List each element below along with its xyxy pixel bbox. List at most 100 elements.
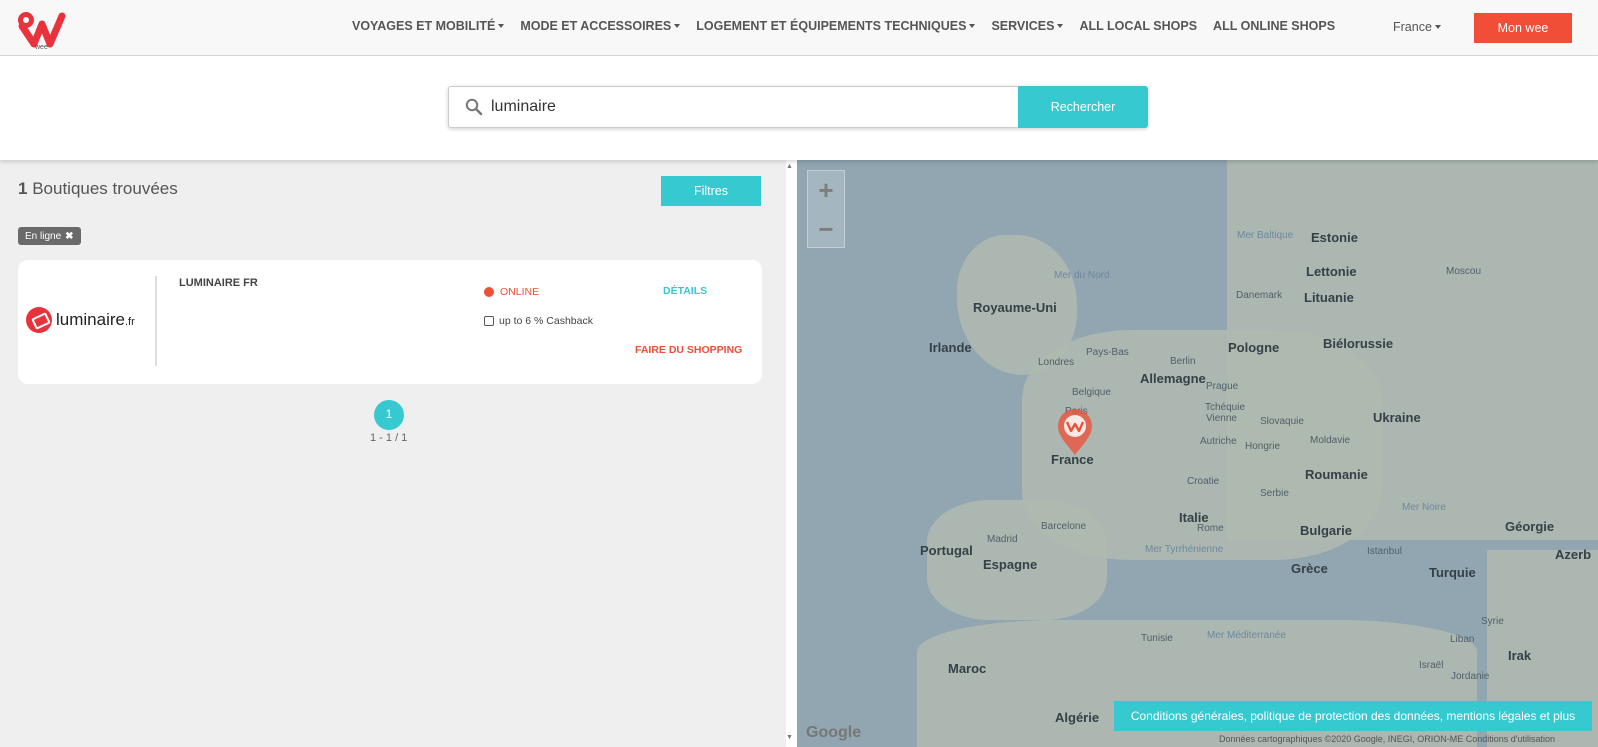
map-label: Serbie bbox=[1260, 488, 1289, 499]
map-label: Bulgarie bbox=[1300, 523, 1353, 538]
map-label: Autriche bbox=[1200, 436, 1237, 447]
card-divider bbox=[155, 276, 157, 366]
close-icon[interactable]: ✖ bbox=[65, 231, 73, 242]
scroll-down-icon[interactable]: ▼ bbox=[786, 734, 794, 744]
map-label: Hongrie bbox=[1245, 441, 1281, 452]
map-label: Grèce bbox=[1291, 561, 1328, 576]
caret-down-icon bbox=[969, 24, 976, 28]
logo-text: wee bbox=[34, 44, 48, 50]
pagination-count: 1 - 1 / 1 bbox=[370, 432, 408, 444]
results-title: 1 Boutiques trouvées bbox=[18, 179, 178, 199]
shop-card: luminaire.fr LUMINAIRE FR ONLINE up to 6… bbox=[18, 260, 762, 384]
caret-down-icon bbox=[1434, 25, 1441, 29]
caret-down-icon bbox=[498, 24, 505, 28]
map-label: Maroc bbox=[948, 661, 987, 676]
map-label: Estonie bbox=[1311, 230, 1358, 245]
main-nav: VOYAGES ET MOBILITÉ MODE ET ACCESSOIRES … bbox=[352, 19, 1335, 33]
nav-logement-equipements[interactable]: LOGEMENT ET ÉQUIPEMENTS TECHNIQUES bbox=[696, 19, 976, 33]
filters-button[interactable]: Filtres bbox=[661, 176, 761, 206]
results-title-text: Boutiques trouvées bbox=[27, 179, 178, 198]
nav-all-local-shops[interactable]: ALL LOCAL SHOPS bbox=[1079, 19, 1197, 33]
map-label: Moscou bbox=[1446, 266, 1482, 277]
map-label: Israël bbox=[1419, 660, 1444, 671]
zoom-out-button[interactable]: − bbox=[808, 210, 844, 249]
map-label: Liban bbox=[1450, 634, 1475, 645]
map-label: Allemagne bbox=[1140, 371, 1206, 386]
map-label: Barcelone bbox=[1041, 521, 1087, 532]
shop-logo[interactable]: luminaire.fr bbox=[26, 305, 148, 335]
results-panel: 1 Boutiques trouvées Filtres En ligne ✖ … bbox=[0, 160, 786, 747]
tag-label: En ligne bbox=[25, 230, 62, 242]
scroll-up-icon[interactable]: ▲ bbox=[786, 163, 794, 173]
globe-icon bbox=[484, 287, 494, 297]
search-icon bbox=[465, 98, 483, 116]
map-label: Algérie bbox=[1055, 710, 1100, 725]
map-label: Danemark bbox=[1236, 290, 1283, 301]
coins-icon bbox=[484, 316, 494, 326]
map[interactable]: + − Estonie Mer Baltique Lettonie Moscou Mer… bbox=[797, 160, 1598, 747]
map-label: Irlande bbox=[929, 340, 972, 355]
google-logo: Google bbox=[806, 724, 862, 741]
map-label: Géorgie bbox=[1505, 519, 1555, 534]
wee-logo[interactable]: wee bbox=[12, 6, 68, 50]
map-label: Espagne bbox=[983, 557, 1038, 572]
zoom-controls: + − bbox=[807, 170, 845, 248]
search-section: Rechercher bbox=[0, 56, 1598, 160]
map-label: Ukraine bbox=[1373, 410, 1421, 425]
online-label: ONLINE bbox=[500, 286, 540, 298]
search-input[interactable] bbox=[491, 93, 1001, 121]
map-label: Croatie bbox=[1187, 476, 1220, 487]
pagination-page-1[interactable]: 1 bbox=[374, 400, 404, 430]
mon-wee-button[interactable]: Mon wee bbox=[1474, 13, 1572, 43]
map-label: Slovaquie bbox=[1260, 416, 1304, 427]
map-label: Biélorussie bbox=[1323, 336, 1394, 351]
map-label: Berlin bbox=[1170, 356, 1196, 367]
top-navbar: wee VOYAGES ET MOBILITÉ MODE ET ACCESSOI… bbox=[0, 0, 1598, 56]
country-selector[interactable]: France bbox=[1393, 20, 1441, 34]
lamp-icon bbox=[26, 307, 52, 333]
legal-footer-link[interactable]: Conditions générales, politique de prote… bbox=[1114, 701, 1592, 731]
map-pin-icon[interactable] bbox=[1056, 409, 1094, 457]
cashback-label: up to 6 % Cashback bbox=[499, 315, 593, 327]
map-label: Mer du Nord bbox=[1054, 270, 1110, 281]
search-button[interactable]: Rechercher bbox=[1018, 86, 1148, 128]
map-attribution: Données cartographiques ©2020 Google, IN… bbox=[1219, 734, 1556, 744]
map-label: Belgique bbox=[1072, 387, 1111, 398]
map-label: Lettonie bbox=[1306, 264, 1357, 279]
map-label: Mer Baltique bbox=[1237, 230, 1294, 241]
map-label: Prague bbox=[1206, 381, 1239, 392]
map-label: Turquie bbox=[1429, 565, 1476, 580]
map-label: Istanbul bbox=[1367, 546, 1403, 557]
map-label: Irak bbox=[1508, 648, 1532, 663]
nav-services[interactable]: SERVICES bbox=[991, 19, 1064, 33]
map-label: Pologne bbox=[1228, 340, 1280, 355]
nav-all-online-shops[interactable]: ALL ONLINE SHOPS bbox=[1213, 19, 1335, 33]
cashback-info: up to 6 % Cashback bbox=[484, 315, 593, 327]
map-label: Mer Noire bbox=[1402, 502, 1446, 513]
shopping-link[interactable]: FAIRE DU SHOPPING bbox=[635, 344, 742, 356]
map-label: Pays-Bas bbox=[1086, 347, 1129, 358]
details-link[interactable]: DÉTAILS bbox=[663, 285, 707, 297]
zoom-in-button[interactable]: + bbox=[808, 171, 844, 210]
shop-name: LUMINAIRE FR bbox=[179, 277, 258, 289]
map-label: Londres bbox=[1038, 357, 1075, 368]
map-label: Jordanie bbox=[1451, 671, 1490, 682]
active-filter-tag[interactable]: En ligne ✖ bbox=[18, 227, 81, 245]
map-label: Rome bbox=[1197, 523, 1224, 534]
map-label: Mer Méditerranée bbox=[1207, 630, 1286, 641]
map-label: Madrid bbox=[987, 534, 1018, 545]
logo-wordmark: luminaire.fr bbox=[56, 310, 135, 329]
search-bar: Rechercher bbox=[448, 86, 1148, 128]
map-label: Roumanie bbox=[1305, 467, 1368, 482]
map-label: Mer Tyrrhénienne bbox=[1145, 544, 1224, 555]
map-label: Portugal bbox=[920, 543, 973, 558]
nav-voyages-mobilite[interactable]: VOYAGES ET MOBILITÉ bbox=[352, 19, 505, 33]
map-label: Royaume-Uni bbox=[973, 300, 1057, 315]
nav-mode-accessoires[interactable]: MODE ET ACCESSOIRES bbox=[520, 19, 681, 33]
map-label: Tunisie bbox=[1141, 633, 1173, 644]
map-label: Syrie bbox=[1481, 616, 1504, 627]
map-label: Tchéquie bbox=[1205, 402, 1246, 413]
map-label: Vienne bbox=[1206, 413, 1237, 424]
caret-down-icon bbox=[1057, 24, 1064, 28]
map-label: Azerb bbox=[1555, 547, 1592, 562]
